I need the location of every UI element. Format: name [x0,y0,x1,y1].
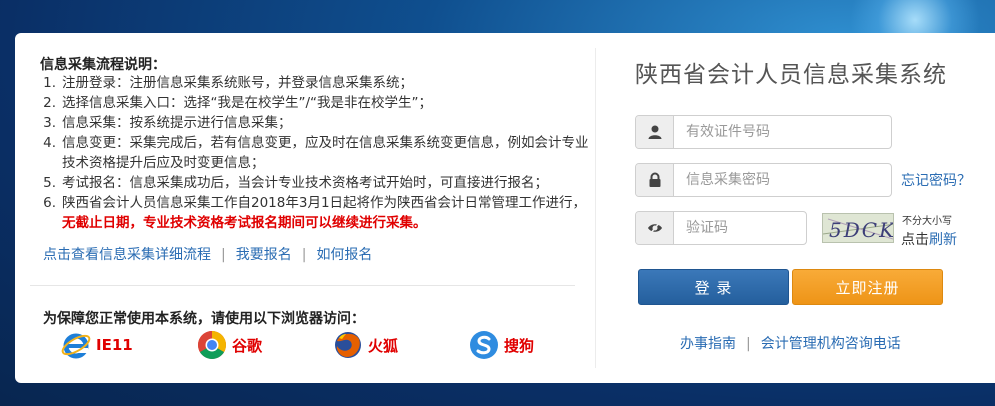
login-button[interactable]: 登 录 [638,269,789,305]
eye-icon [636,212,674,244]
password-input[interactable] [674,164,891,196]
process-steps: 1. 注册登录：注册信息采集系统账号，并登录信息采集系统； 2. 选择信息采集入口：… [40,73,590,233]
forgot-password-link[interactable]: 忘记密码？ [901,170,971,190]
password-field[interactable] [635,163,892,197]
link-separator: | [301,247,307,263]
divider [30,285,575,286]
process-title: 信息采集流程说明： [40,57,166,73]
id-field[interactable] [635,115,892,149]
captcha-image[interactable]: 5DCK [822,213,894,243]
howto-link[interactable]: 如何报名 [316,247,372,263]
no-deadline-notice: 无截止日期，专业技术资格考试报名期间可以继续进行采集。 [62,215,427,231]
browser-notice: 为保障您正常使用本系统，请使用以下浏览器访问： [43,311,365,327]
main-panel: 信息采集流程说明： 1. 注册登录：注册信息采集系统账号，并登录信息采集系统； 2… [15,33,995,383]
process-step: 3. 信息采集：按系统提示进行信息采集； [43,115,292,131]
refresh-link[interactable]: 刷新 [929,232,957,248]
process-step: 5. 考试报名：信息采集成功后，当会计专业技术资格考试开始时，可直接进行报名； [43,175,548,191]
browser-firefox[interactable]: 火狐 [332,329,468,361]
firefox-icon [335,332,361,358]
process-step: 6. 陕西省会计人员信息采集工作自2018年3月1日起将作为陕西省会计日常管理工作… [43,195,587,231]
case-insensitive-hint: 不分大小写 [902,216,952,227]
info-links: 点击查看信息采集详细流程 | 我要报名 | 如何报名 [43,244,372,264]
browser-ie[interactable]: IE11 [60,329,196,361]
sogou-icon [470,331,498,359]
browser-list: IE11 谷歌 火狐 搜狗 [60,329,604,361]
process-step: 4. 信息变更：采集完成后，若有信息变更，应及时在信息采集系统变更信息，例如会计专… [43,135,589,171]
captcha-refresh: 点击刷新 [901,232,957,248]
info-section: 信息采集流程说明： 1. 注册登录：注册信息采集系统账号，并登录信息采集系统； 2… [15,33,595,383]
browser-chrome[interactable]: 谷歌 [196,329,332,361]
ie-icon [61,333,91,359]
lock-icon [636,164,674,196]
register-button[interactable]: 立即注册 [792,269,943,305]
captcha-text: 5DCK [829,218,894,242]
signup-link[interactable]: 我要报名 [236,247,292,263]
link-separator: | [746,336,751,352]
chrome-icon [198,331,226,359]
detail-process-link[interactable]: 点击查看信息采集详细流程 [43,247,211,263]
captcha-input[interactable] [674,212,806,244]
process-step: 1. 注册登录：注册信息采集系统账号，并登录信息采集系统； [43,75,413,91]
vertical-divider [595,48,596,368]
guide-link[interactable]: 办事指南 [680,336,736,352]
contact-link[interactable]: 会计管理机构咨询电话 [761,336,901,352]
user-icon [636,116,674,148]
help-links: 办事指南 | 会计管理机构咨询电话 [680,333,901,353]
id-input[interactable] [674,116,891,148]
process-step: 2. 选择信息采集入口：选择“我是在校学生”/“我是非在校学生”； [43,95,433,111]
browser-sogou[interactable]: 搜狗 [468,329,604,361]
captcha-field[interactable] [635,211,807,245]
system-title: 陕西省会计人员信息采集系统 [635,62,947,88]
login-section: 陕西省会计人员信息采集系统 忘记密码？ 5DCK [605,33,995,383]
link-separator: | [221,247,226,263]
